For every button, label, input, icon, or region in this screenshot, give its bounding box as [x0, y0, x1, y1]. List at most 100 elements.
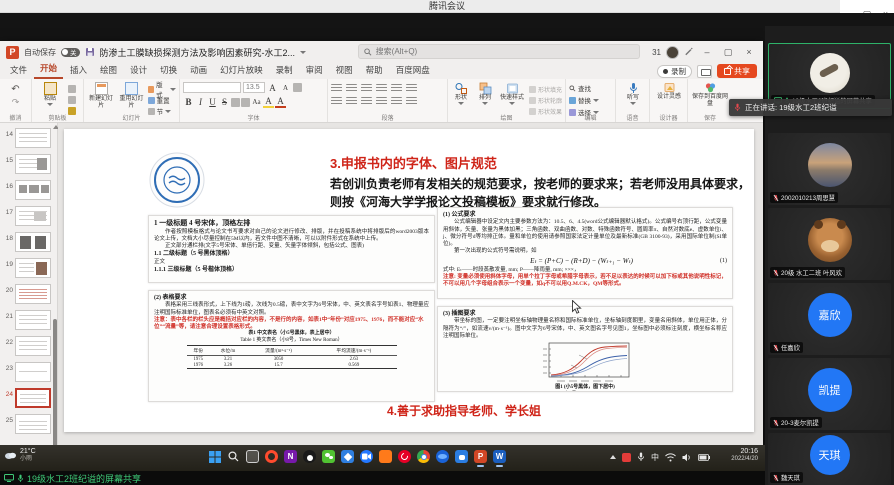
slide-thumbnail-18[interactable] — [15, 232, 51, 252]
shape-fill-button[interactable]: 形状填充 — [538, 85, 562, 94]
shape-outline-button[interactable]: 形状轮廓 — [538, 96, 562, 105]
volume-icon[interactable] — [682, 453, 692, 462]
participant-tile[interactable]: 20级 水工二班 叶风欢 — [768, 208, 891, 280]
ppt-maximize-icon[interactable]: ▢ — [720, 41, 736, 63]
font-size-combo[interactable]: 13.5 — [243, 82, 265, 93]
slide-thumbnail-21[interactable] — [15, 310, 51, 330]
wechat-icon[interactable] — [322, 450, 335, 463]
highlight-color-icon[interactable]: A — [263, 96, 274, 108]
tab-help[interactable]: 帮助 — [360, 62, 389, 79]
tab-slideshow[interactable]: 幻灯片放映 — [214, 62, 269, 79]
smartart-icon[interactable] — [406, 97, 417, 106]
account-avatar[interactable] — [666, 46, 679, 59]
ppt-minimize-icon[interactable]: – — [699, 41, 715, 63]
slide-section-heading[interactable]: 3.申报书内的字体、图片规范 — [330, 153, 497, 172]
tab-home[interactable]: 开始 — [34, 60, 63, 79]
text-direction-icon[interactable] — [406, 84, 417, 93]
paste-button[interactable]: 粘贴 — [35, 82, 65, 106]
tencent-meeting-icon[interactable] — [360, 450, 373, 463]
wifi-icon[interactable] — [665, 453, 676, 462]
windows-start-icon[interactable] — [208, 450, 221, 463]
line-spacing-icon[interactable] — [391, 84, 402, 93]
redo-icon[interactable]: ↷ — [12, 97, 20, 108]
font-name-combo[interactable] — [183, 82, 241, 93]
dictate-button[interactable]: 听写 — [619, 82, 647, 105]
qq-browser-icon[interactable] — [436, 450, 449, 463]
italic-button[interactable]: I — [195, 97, 206, 107]
font-color-icon[interactable]: A — [275, 96, 286, 108]
slide-thumbnail-23[interactable] — [15, 362, 51, 382]
tab-record[interactable]: 录制 — [270, 62, 299, 79]
comments-icon[interactable] — [697, 65, 712, 78]
tab-file[interactable]: 文件 — [4, 62, 33, 79]
participant-tile[interactable]: 天琪 魏天琪 — [768, 433, 891, 485]
slide-footer-heading[interactable]: 4.善于求助指导老师、学长姐 — [214, 402, 714, 419]
huya-icon[interactable] — [379, 450, 392, 463]
slide-thumbnail-25[interactable] — [15, 414, 51, 434]
tab-review[interactable]: 审阅 — [300, 62, 329, 79]
clear-format-icon[interactable] — [293, 83, 302, 92]
share-button[interactable]: 共享 — [717, 64, 757, 78]
autosave-toggle[interactable]: 关 — [61, 48, 80, 57]
onenote-icon[interactable]: N — [284, 450, 297, 463]
slide-thumbnail-16[interactable] — [15, 180, 51, 200]
taskbar-weather-widget[interactable]: 21°C 小雨 — [4, 448, 36, 463]
decrease-indent-icon[interactable] — [361, 84, 372, 93]
participant-tile[interactable]: 凯提 20-3麦尔凯提 — [768, 358, 891, 430]
quick-styles-button[interactable]: 快速样式 — [499, 82, 525, 105]
find-button[interactable]: 查找 — [569, 83, 612, 93]
tab-baidu-pan[interactable]: 百度网盘 — [390, 62, 436, 79]
columns-icon[interactable] — [391, 97, 402, 106]
slide-thumbnail-19[interactable] — [15, 258, 51, 278]
university-logo-icon[interactable] — [148, 151, 206, 209]
search-box[interactable] — [358, 44, 640, 59]
bullets-icon[interactable] — [331, 84, 342, 93]
pen-icon[interactable] — [684, 47, 694, 57]
text-shadow-icon[interactable] — [231, 98, 240, 107]
slide-24[interactable]: 3.申报书内的字体、图片规范 若创训负责老师有发相关的规范要求，按老师的要求来；… — [64, 129, 754, 432]
layout-button[interactable]: 版式 — [148, 84, 176, 94]
cut-icon[interactable] — [68, 85, 76, 93]
task-view-icon[interactable] — [246, 450, 259, 463]
record-button[interactable]: 录制 — [657, 65, 692, 78]
slide-thumbnail-24-selected[interactable] — [15, 388, 51, 408]
participant-tile[interactable]: 2002010213周思慧 — [768, 133, 891, 205]
tray-mic-icon[interactable] — [637, 452, 645, 462]
grow-font-icon[interactable]: A — [267, 83, 278, 93]
tab-view[interactable]: 视图 — [330, 62, 359, 79]
word-taskbar-icon[interactable]: W — [493, 450, 506, 463]
tab-design[interactable]: 设计 — [124, 62, 153, 79]
change-case-icon[interactable]: Aa — [251, 98, 262, 106]
align-center-icon[interactable] — [346, 97, 357, 106]
tray-recording-icon[interactable] — [622, 453, 631, 462]
underline-button[interactable]: U — [207, 97, 218, 107]
title-dropdown-icon[interactable] — [300, 51, 306, 54]
new-slide-button[interactable]: 新建幻灯片 — [87, 82, 115, 109]
tray-expand-icon[interactable] — [610, 455, 616, 459]
slide-thumbnail-20[interactable] — [15, 284, 51, 304]
design-ideas-button[interactable]: 设计灵感 — [653, 82, 685, 101]
tab-insert[interactable]: 插入 — [64, 62, 93, 79]
reuse-slides-button[interactable]: 重用幻灯片 — [117, 82, 145, 109]
taskbar-search-icon[interactable] — [227, 450, 240, 463]
search-input[interactable] — [376, 47, 634, 56]
save-to-baidu-button[interactable]: 保存到百度网盘 — [691, 82, 729, 107]
save-icon[interactable] — [85, 47, 95, 57]
doc-screenshot-left[interactable]: 1 一级标题 4 号宋体，顶格左排 作者按照模板格式与论文书写要求对自己的论文进… — [148, 215, 435, 402]
slide-thumbnail-14[interactable] — [15, 128, 51, 148]
bold-button[interactable]: B — [183, 97, 194, 107]
align-left-icon[interactable] — [331, 97, 342, 106]
chrome-icon[interactable] — [417, 450, 430, 463]
slide-intro-text[interactable]: 若创训负责老师有发相关的规范要求，按老师的要求来；若老师没用具体要求，则按《河海… — [330, 175, 750, 211]
char-spacing-icon[interactable] — [241, 98, 250, 107]
powerpoint-taskbar-icon[interactable]: P — [474, 450, 487, 463]
numbering-icon[interactable] — [346, 84, 357, 93]
qq-icon[interactable] — [303, 450, 316, 463]
tab-transitions[interactable]: 切换 — [154, 62, 183, 79]
opera-icon[interactable] — [265, 450, 278, 463]
shrink-font-icon[interactable]: A — [280, 84, 291, 92]
ppt-close-icon[interactable]: × — [741, 41, 757, 63]
tab-draw[interactable]: 绘图 — [94, 62, 123, 79]
strikethrough-button[interactable]: S — [219, 97, 230, 107]
photos-icon[interactable] — [341, 450, 354, 463]
